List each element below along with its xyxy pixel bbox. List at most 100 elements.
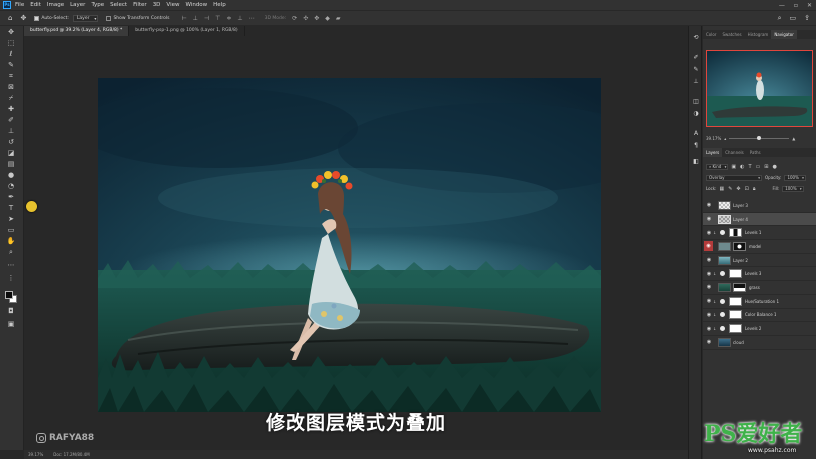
move-tool-icon[interactable]: ✥ bbox=[20, 14, 26, 22]
more-tools-icon[interactable]: ⋯ bbox=[5, 261, 17, 270]
pen-tool-icon[interactable]: ✒ bbox=[5, 193, 17, 202]
3d-scale-icon[interactable]: ▰ bbox=[336, 15, 341, 22]
layer-row[interactable]: ◉ model bbox=[703, 240, 816, 254]
layer-row[interactable]: ◉ Layer 3 bbox=[703, 199, 816, 213]
screen-mode-icon[interactable]: ▣ bbox=[5, 320, 17, 329]
dodge-tool-icon[interactable]: ◔ bbox=[5, 182, 17, 191]
align-top-icon[interactable]: ⊤ bbox=[215, 15, 220, 22]
filter-pixel-icon[interactable]: ▣ bbox=[731, 164, 736, 170]
properties-icon[interactable]: ◫ bbox=[691, 98, 701, 106]
quick-select-tool-icon[interactable]: ✎ bbox=[5, 61, 17, 70]
layer-row[interactable]: ◉ cloud bbox=[703, 336, 816, 350]
edit-toolbar-icon[interactable]: ⋮ bbox=[5, 274, 17, 283]
align-right-icon[interactable]: ⊣ bbox=[204, 15, 209, 22]
path-select-tool-icon[interactable]: ➤ bbox=[5, 215, 17, 224]
fill-input[interactable]: 100% bbox=[782, 185, 804, 192]
filter-smart-icon[interactable]: ⊞ bbox=[764, 164, 768, 170]
filter-type-icon[interactable]: T bbox=[748, 164, 751, 170]
navigator-zoom-value[interactable]: 39.17% bbox=[706, 136, 721, 141]
brush-settings-icon[interactable]: ✐ bbox=[691, 54, 701, 62]
libraries-icon[interactable]: ◧ bbox=[691, 158, 701, 166]
minimize-icon[interactable]: — bbox=[779, 2, 785, 9]
layer-row[interactable]: ◉ ↓ Color Balance 1 bbox=[703, 309, 816, 323]
gradient-tool-icon[interactable]: ▤ bbox=[5, 160, 17, 169]
shape-tool-icon[interactable]: ▭ bbox=[5, 226, 17, 235]
layer-filter-kind-dropdown[interactable]: ⌕ Kind bbox=[706, 163, 729, 170]
eye-icon[interactable]: ◉ bbox=[705, 284, 713, 290]
lock-position-icon[interactable]: ✥ bbox=[736, 186, 740, 192]
lock-all-icon[interactable]: 🔒︎ bbox=[753, 186, 756, 192]
filter-adjustment-icon[interactable]: ◐ bbox=[740, 164, 744, 170]
menu-view[interactable]: View bbox=[166, 2, 179, 8]
eraser-tool-icon[interactable]: ◪ bbox=[5, 149, 17, 158]
layer-row[interactable]: ◉ ↓ Hue/Saturation 1 bbox=[703, 295, 816, 309]
foreground-color-swatch[interactable] bbox=[5, 291, 13, 299]
eye-icon[interactable]: ◉ bbox=[705, 298, 713, 304]
document-tab[interactable]: butterfly.psd @ 39.2% (Layer 4, RGB/8) * bbox=[24, 26, 130, 36]
opacity-input[interactable]: 100% bbox=[784, 174, 806, 181]
share-icon[interactable]: ⇪ bbox=[804, 14, 810, 23]
menu-edit[interactable]: Edit bbox=[30, 2, 41, 8]
tab-channels[interactable]: Channels bbox=[722, 148, 747, 157]
3d-pan-icon[interactable]: ✥ bbox=[314, 15, 319, 22]
menu-file[interactable]: File bbox=[15, 2, 24, 8]
search-icon[interactable]: ⌕ bbox=[778, 14, 782, 23]
frame-tool-icon[interactable]: ⊠ bbox=[5, 83, 17, 92]
type-tool-icon[interactable]: T bbox=[5, 204, 17, 213]
menu-filter[interactable]: Filter bbox=[133, 2, 147, 8]
navigator-thumbnail[interactable] bbox=[706, 50, 813, 127]
lasso-tool-icon[interactable]: ℓ bbox=[5, 50, 17, 59]
tab-paths[interactable]: Paths bbox=[747, 148, 764, 157]
history-icon[interactable]: ⟲ bbox=[691, 34, 701, 42]
healing-brush-icon[interactable]: ✚ bbox=[5, 105, 17, 114]
eye-icon[interactable]: ◉ bbox=[704, 241, 713, 252]
adjustments-icon[interactable]: ◑ bbox=[691, 110, 701, 118]
close-icon[interactable]: ✕ bbox=[807, 2, 812, 9]
document-image[interactable] bbox=[98, 78, 601, 412]
home-icon[interactable]: ⌂ bbox=[8, 14, 12, 22]
eye-icon[interactable]: ◉ bbox=[705, 271, 713, 277]
crop-tool-icon[interactable]: ⌗ bbox=[5, 72, 17, 81]
eye-icon[interactable]: ◉ bbox=[705, 339, 713, 345]
marquee-tool-icon[interactable]: ⬚ bbox=[5, 39, 17, 48]
auto-select-target-dropdown[interactable]: Layer bbox=[72, 14, 99, 22]
align-center-icon[interactable]: ⊥ bbox=[193, 15, 198, 22]
eye-icon[interactable]: ◉ bbox=[705, 202, 713, 208]
clone-stamp-icon[interactable]: ⊥ bbox=[5, 127, 17, 136]
document-tab[interactable]: butterfly-psp-1.png @ 100% (Layer 1, RGB… bbox=[129, 26, 245, 36]
lock-pixels-icon[interactable]: ▦ bbox=[719, 186, 724, 192]
eye-icon[interactable]: ◉ bbox=[705, 230, 713, 236]
eye-icon[interactable]: ◉ bbox=[705, 326, 713, 332]
layer-row[interactable]: ◉ Layer 4 bbox=[703, 212, 816, 227]
3d-roll-icon[interactable]: ✣ bbox=[303, 15, 308, 22]
tab-histogram[interactable]: Histogram bbox=[745, 30, 772, 39]
eye-icon[interactable]: ◉ bbox=[705, 257, 713, 263]
workspace-icon[interactable]: ▭ bbox=[790, 14, 797, 23]
canvas-area[interactable]: 修改图层模式为叠加 RAFYA88 bbox=[24, 36, 688, 450]
layer-row[interactable]: ◉ Layer 2 bbox=[703, 254, 816, 268]
blur-tool-icon[interactable]: ● bbox=[5, 171, 17, 180]
zoom-tool-icon[interactable]: ⌕ bbox=[5, 248, 17, 257]
tab-layers[interactable]: Layers bbox=[703, 148, 723, 157]
align-left-icon[interactable]: ⊢ bbox=[181, 15, 186, 22]
lock-artboard-icon[interactable]: ⊡ bbox=[745, 186, 749, 192]
align-bottom-icon[interactable]: ⊥ bbox=[237, 15, 242, 22]
distribute-icon[interactable]: ⋯ bbox=[249, 15, 255, 22]
eye-icon[interactable]: ◉ bbox=[705, 216, 713, 222]
brush-tool-icon[interactable]: ✐ bbox=[5, 116, 17, 125]
zoom-readout[interactable]: 39.17% bbox=[28, 452, 43, 457]
3d-orbit-icon[interactable]: ⟳ bbox=[292, 15, 297, 22]
paragraph-icon[interactable]: ¶ bbox=[691, 142, 701, 150]
auto-select-checkbox[interactable] bbox=[34, 15, 40, 21]
zoom-out-icon[interactable]: ▴ bbox=[724, 136, 726, 141]
filter-toggle-icon[interactable]: ● bbox=[772, 164, 776, 170]
navigator-zoom-slider[interactable] bbox=[729, 135, 790, 140]
menu-layer[interactable]: Layer bbox=[70, 2, 85, 8]
navigator-zoom-knob[interactable] bbox=[757, 135, 762, 140]
zoom-in-icon[interactable]: ▲ bbox=[792, 136, 795, 141]
history-brush-icon[interactable]: ↺ bbox=[5, 138, 17, 147]
menu-3d[interactable]: 3D bbox=[153, 2, 161, 8]
tab-color[interactable]: Color bbox=[703, 30, 719, 39]
quick-mask-icon[interactable]: ◘ bbox=[5, 307, 17, 316]
clone-source-icon[interactable]: ⊥ bbox=[691, 78, 701, 86]
